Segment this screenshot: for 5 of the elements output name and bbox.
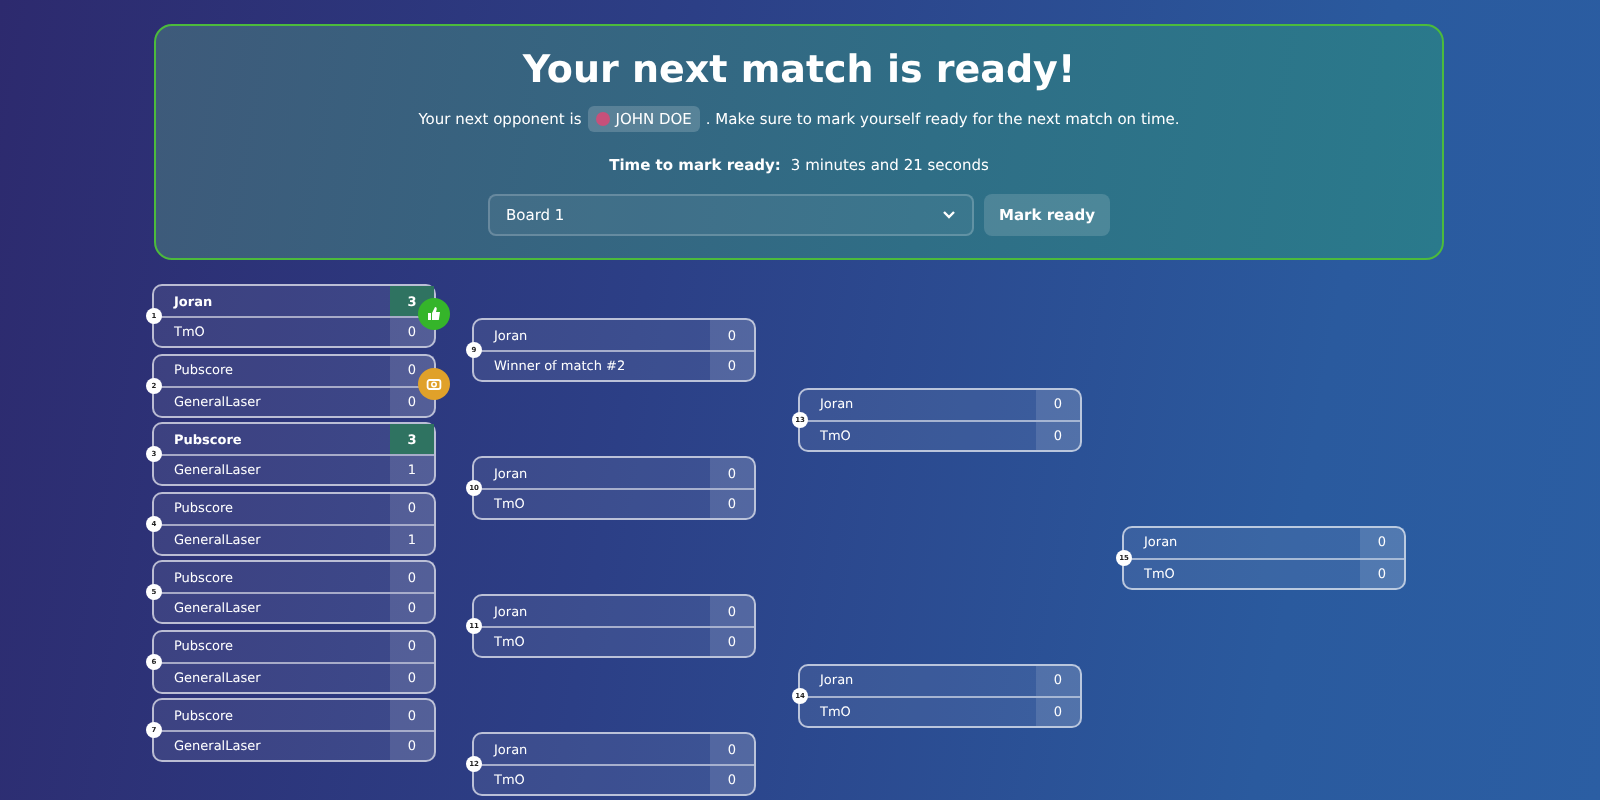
thumbs-up-icon <box>418 298 450 330</box>
banner-title: Your next match is ready! <box>522 48 1076 92</box>
camera-icon <box>418 367 450 399</box>
chevron-icon <box>942 210 956 220</box>
avatar-icon <box>595 112 610 126</box>
